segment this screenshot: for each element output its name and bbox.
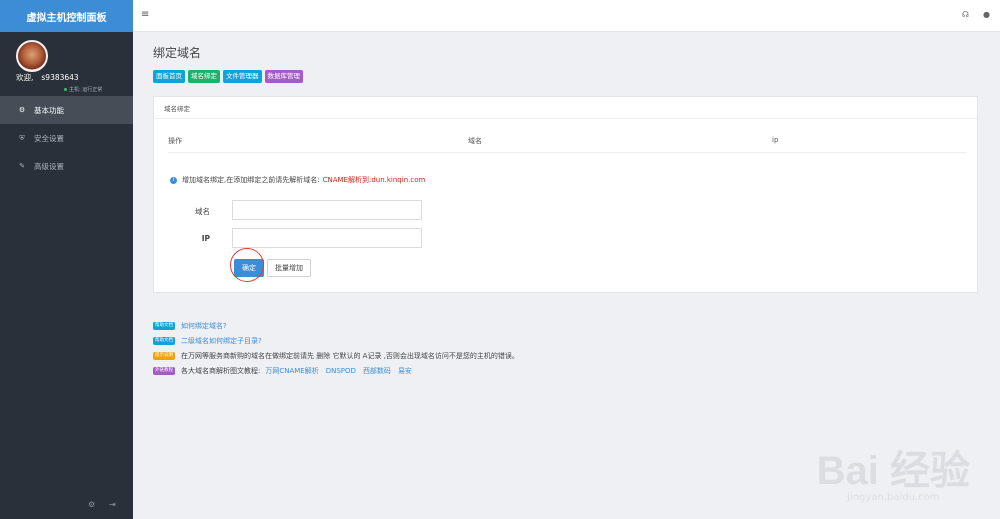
quick-tabs: 面板首页 域名绑定 文件管理器 数据库管理 [153,70,303,83]
table-header: 操作 域名 ip [168,131,967,153]
help-link-subdomain[interactable]: 二级域名如何绑定子目录? [181,336,262,346]
external-tutorial-badge: 外链教程 [153,366,175,375]
ip-label: IP [201,234,210,243]
domain-label: 域名 [195,207,210,216]
sidebar: 虚拟主机控制面板 欢迎, s9383643 主机: 运行正常 ⚙ 基本功能 ⛨ 安… [0,0,133,519]
column-actions: 操作 [168,137,182,145]
batch-add-button[interactable]: 批量增加 [267,259,311,277]
tip-badge: 提示说明 [153,351,175,360]
link-dnspod[interactable]: DNSPOD [326,367,356,375]
username: s9383643 [41,73,79,82]
sidebar-item-label: 基本功能 [34,105,64,115]
main-content: 绑定域名 面板首页 域名绑定 文件管理器 数据库管理 域名绑定 操作 域名 ip… [133,32,1000,519]
tab-domain-binding[interactable]: 域名绑定 [188,70,220,83]
page-title: 绑定域名 [153,46,202,60]
sidebar-item-label: 高级设置 [34,161,64,171]
confirm-button[interactable]: 确定 [234,259,264,277]
top-icons: ☊ ● [962,10,990,19]
edit-icon: ✎ [19,162,25,170]
watermark-main: Bai 经验 [816,449,970,493]
sidebar-item-security[interactable]: ⛨ 安全设置 [0,124,133,152]
tab-panel-home[interactable]: 面板首页 [153,70,185,83]
card-title: 域名绑定 [154,97,977,119]
link-yian[interactable]: 易安 [398,366,412,376]
domain-input[interactable] [232,200,422,220]
headset-icon[interactable]: ☊ [962,10,969,19]
tip-text: 在万网等服务商新购的域名在做绑定前请先 删除 它默认的 A记录 ,否则会出现域名… [181,351,519,360]
host-status-text: 主机: 运行正常 [69,87,103,93]
watermark: Bai 经验 jingyan.baidu.com [817,438,970,503]
welcome-prefix: 欢迎, [16,73,34,82]
topbar: ≡ ☊ ● [133,0,1000,32]
avatar[interactable] [16,40,48,72]
column-ip: ip [772,136,779,144]
tutorial-text: 各大域名商解析图文教程: [181,366,261,375]
welcome-text: 欢迎, s9383643 [16,72,79,83]
sidebar-item-basic[interactable]: ⚙ 基本功能 [0,96,133,124]
sidebar-item-advanced[interactable]: ✎ 高级设置 [0,152,133,180]
sidebar-item-label: 安全设置 [34,133,64,143]
column-domain: 域名 [468,137,482,145]
notice-text: 增加域名绑定,在添加绑定之前请先解析域名: [182,176,320,184]
help-section: 帮助文档 如何绑定域名? 帮助文档 二级域名如何绑定子目录? 提示说明 在万网等… [153,318,519,378]
link-wanwang-cname[interactable]: 万网CNAME解析 [265,366,318,376]
user-icon[interactable]: ● [983,10,990,19]
domain-binding-card: 域名绑定 操作 域名 ip i 增加域名绑定,在添加绑定之前请先解析域名: CN… [153,96,978,293]
help-row: 提示说明 在万网等服务商新购的域名在做绑定前请先 删除 它默认的 A记录 ,否则… [153,348,519,363]
help-row: 帮助文档 如何绑定域名? [153,318,519,333]
logout-icon[interactable]: ⇥ [109,500,116,509]
menu-toggle-icon[interactable]: ≡ [141,9,149,20]
user-panel: 欢迎, s9383643 主机: 运行正常 [0,32,133,96]
help-doc-badge: 帮助文档 [153,336,175,345]
tab-database-manager[interactable]: 数据库管理 [264,70,303,83]
notice: i 增加域名绑定,在添加绑定之前请先解析域名: CNAME解析到:dun.kin… [170,175,425,185]
status-dot-icon [64,88,67,91]
help-link-bind-domain[interactable]: 如何绑定域名? [181,321,227,331]
notice-cname: CNAME解析到:dun.kinqin.com [322,176,426,184]
info-icon: i [170,176,177,184]
tab-file-manager[interactable]: 文件管理器 [223,70,262,83]
shield-icon: ⛨ [19,133,25,142]
brand-title: 虚拟主机控制面板 [0,0,133,32]
gears-icon: ⚙ [18,106,26,114]
help-row: 外链教程 各大域名商解析图文教程: 万网CNAME解析 DNSPOD 西部数码 … [153,363,519,378]
link-west-digital[interactable]: 西部数码 [363,366,391,376]
help-row: 帮助文档 二级域名如何绑定子目录? [153,333,519,348]
help-doc-badge: 帮助文档 [153,321,175,330]
ip-input[interactable] [232,228,422,248]
host-status: 主机: 运行正常 [64,86,102,93]
settings-gear-icon[interactable]: ⚙ [88,500,95,509]
sidebar-footer: ⚙ ⇥ [88,500,116,509]
